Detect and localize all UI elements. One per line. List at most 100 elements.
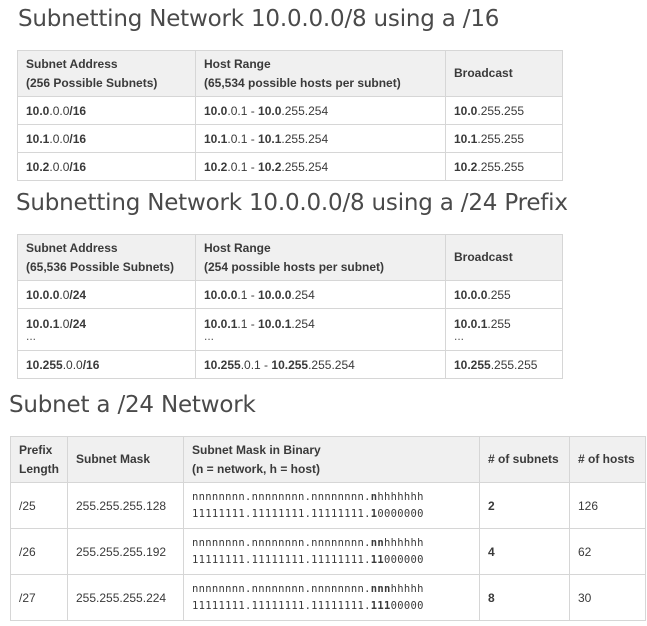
host-bold: 10.0.0 — [258, 287, 292, 302]
subnet-plain: .0.0 — [49, 159, 70, 174]
host-plain: .0.1 - — [227, 131, 259, 146]
host-plain: .1 - — [237, 287, 259, 302]
prefix-cell: /27 — [10, 574, 68, 621]
host-header-line1: Host Range — [204, 240, 271, 255]
host-plain: .0.1 - — [240, 357, 272, 372]
host-range-cell: 10.0.0.1 - 10.0.255.254 — [195, 96, 446, 125]
hosts-cell: 62 — [569, 528, 646, 575]
subnet-24-table: Subnet Address (65,536 Possible Subnets)… — [17, 234, 563, 379]
host-plain: .255.254 — [308, 357, 355, 372]
subnet-bold: 10.1 — [26, 131, 50, 146]
subnet-bold: 10.0.0 — [26, 287, 60, 302]
broadcast-plain: .255 — [487, 287, 511, 302]
subnet-address-cell: 10.0.1.0/24... — [17, 308, 196, 351]
subnet-header-line1: Subnet Address — [26, 240, 118, 255]
subnet-header-line1: Subnet Address — [26, 56, 118, 71]
host-bold: 10.0 — [258, 103, 282, 118]
ellipsis: ... — [454, 329, 465, 343]
mask-cell: 255.255.255.192 — [67, 528, 184, 575]
broadcast-header: Broadcast — [445, 234, 563, 281]
host-plain: .255.254 — [281, 103, 329, 118]
pattern-rest: hhhhhh — [384, 536, 424, 549]
mask-cell: 255.255.255.224 — [67, 574, 184, 621]
subnet-address-header: Subnet Address (256 Possible Subnets) — [17, 50, 196, 97]
host-bold: 10.255 — [271, 357, 309, 372]
network-host-pattern: nnnnnnnn.nnnnnnnn.nnnnnnnn.nhhhhhhh — [192, 489, 471, 506]
broadcast-header: Broadcast — [445, 50, 563, 97]
broadcast-cell: 10.0.0.255 — [445, 280, 563, 309]
host-bold: 10.1 — [258, 131, 282, 146]
host-range-cell: 10.0.1.1 - 10.0.1.254... — [195, 308, 446, 351]
broadcast-plain: .255.255 — [490, 357, 538, 372]
host-bold: 10.0.0 — [204, 287, 238, 302]
subnet-bold: 10.2 — [26, 159, 50, 174]
binary-pattern: 11111111.11111111.11111111.11100000 — [192, 598, 471, 615]
subnet-address-cell: 10.1.0.0/16 — [17, 124, 196, 153]
broadcast-bold: 10.255 — [454, 357, 491, 372]
binary-plain: 11111111.11111111.11111111. — [192, 599, 371, 612]
subnet-header-line2: (65,536 Possible Subnets) — [26, 259, 175, 274]
host-range-cell: 10.2.0.1 - 10.2.255.254 — [195, 152, 446, 181]
subnet-mask-header: Subnet Mask — [67, 436, 184, 483]
subnet-mask-table: Prefix Length Subnet Mask Subnet Mask in… — [10, 436, 646, 621]
table-row: /25 255.255.255.128 nnnnnnnn.nnnnnnnn.nn… — [10, 482, 646, 529]
subnets-cell: 2 — [479, 482, 570, 529]
prefix-length-header: Prefix Length — [10, 436, 68, 483]
host-range-header: Host Range (65,534 possible hosts per su… — [195, 50, 446, 97]
broadcast-cell: 10.2.255.255 — [445, 152, 563, 181]
host-plain: .255.254 — [281, 159, 329, 174]
subnet-address-cell: 10.255.0.0/16 — [17, 350, 196, 379]
host-header-line2: (65,534 possible hosts per subnet) — [204, 75, 401, 90]
subnet-prefix: /16 — [82, 357, 100, 372]
subnet-bold: 10.0 — [26, 103, 50, 118]
table-row: /27 255.255.255.224 nnnnnnnn.nnnnnnnn.nn… — [10, 574, 646, 621]
ellipsis: ... — [204, 329, 215, 343]
pattern-plain: nnnnnnnn.nnnnnnnn.nnnnnnnn. — [192, 582, 371, 595]
subnet-plain: .0.0 — [62, 357, 83, 372]
mask-cell: 255.255.255.128 — [67, 482, 184, 529]
broadcast-bold: 10.0.0 — [454, 287, 488, 302]
table-row: 10.2.0.0/16 10.2.0.1 - 10.2.255.254 10.2… — [17, 152, 563, 181]
host-bold: 10.2 — [258, 159, 282, 174]
pattern-rest: hhhhh — [390, 582, 424, 595]
host-bold: 10.0 — [204, 103, 228, 118]
binary-header-line1: Subnet Mask in Binary — [192, 442, 321, 457]
binary-rest: 00000 — [390, 599, 424, 612]
subnet-address-header: Subnet Address (65,536 Possible Subnets) — [17, 234, 196, 281]
binary-pattern: 11111111.11111111.11111111.11000000 — [192, 552, 471, 569]
subnet-address-cell: 10.0.0.0/16 — [17, 96, 196, 125]
hosts-cell: 30 — [569, 574, 646, 621]
binary-plain: 11111111.11111111.11111111. — [192, 553, 371, 566]
broadcast-plain: .255 — [487, 317, 511, 331]
broadcast-cell: 10.255.255.255 — [445, 350, 563, 379]
broadcast-plain: .255.255 — [477, 131, 525, 146]
pattern-rest: hhhhhhh — [377, 490, 424, 503]
subnet-16-table: Subnet Address (256 Possible Subnets) Ho… — [17, 50, 563, 181]
table-row: 10.0.0.0/24 10.0.0.1 - 10.0.0.254 10.0.0… — [17, 280, 563, 309]
binary-plain: 11111111.11111111.11111111. — [192, 507, 371, 520]
subnet-prefix: /24 — [69, 287, 87, 302]
subnets-cell: 8 — [479, 574, 570, 621]
subnet-prefix: /16 — [69, 103, 87, 118]
host-range-cell: 10.1.0.1 - 10.1.255.254 — [195, 124, 446, 153]
pattern-plain: nnnnnnnn.nnnnnnnn.nnnnnnnn. — [192, 490, 371, 503]
binary-rest: 0000000 — [377, 507, 424, 520]
host-range-cell: 10.0.0.1 - 10.0.0.254 — [195, 280, 446, 309]
binary-pattern: 11111111.11111111.11111111.10000000 — [192, 506, 471, 523]
subnet-header-line2: (256 Possible Subnets) — [26, 75, 158, 90]
table-row: /26 255.255.255.192 nnnnnnnn.nnnnnnnn.nn… — [10, 528, 646, 575]
subnet-address-cell: 10.0.0.0/24 — [17, 280, 196, 309]
pattern-bold: nn — [370, 536, 385, 549]
binary-mask-header: Subnet Mask in Binary (n = network, h = … — [183, 436, 480, 483]
broadcast-cell: 10.0.255.255 — [445, 96, 563, 125]
subnet-plain: .0 — [59, 317, 70, 331]
hosts-cell: 126 — [569, 482, 646, 529]
host-header-line1: Host Range — [204, 56, 271, 71]
host-header-line2: (254 possible hosts per subnet) — [204, 259, 385, 274]
pattern-bold: nnn — [370, 582, 391, 595]
broadcast-plain: .255.255 — [477, 103, 525, 118]
host-plain: .254 — [291, 287, 315, 302]
host-plain: .0.1 - — [227, 159, 259, 174]
subnet-bold: 10.255 — [26, 357, 63, 372]
binary-cell: nnnnnnnn.nnnnnnnn.nnnnnnnn.nhhhhhhh 1111… — [183, 482, 480, 529]
